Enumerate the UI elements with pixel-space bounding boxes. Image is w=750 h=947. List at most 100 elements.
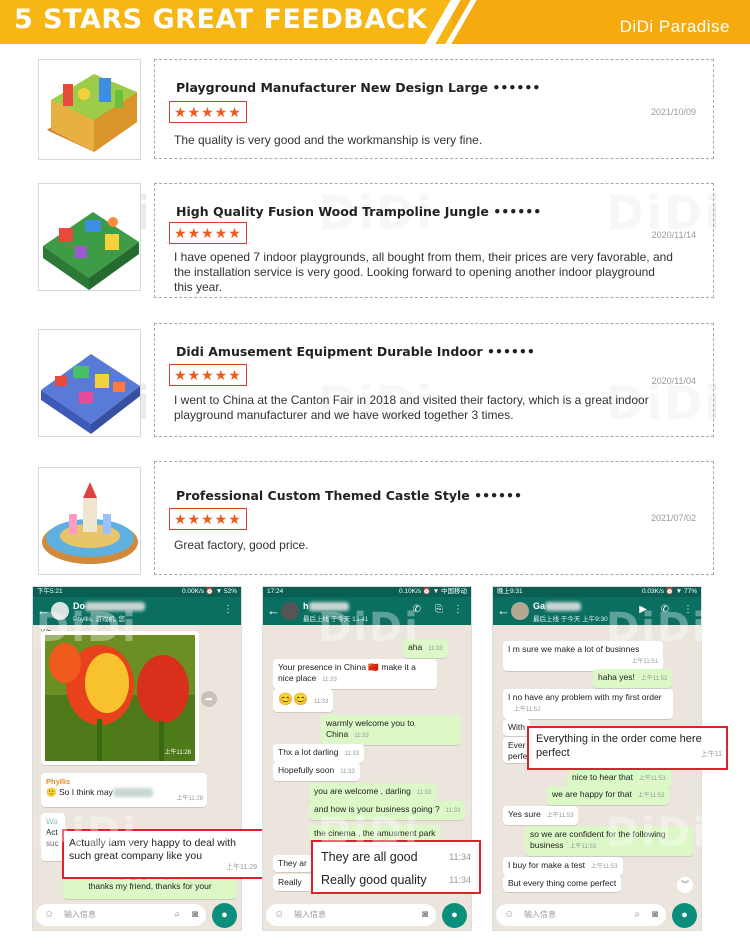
- attach-icon[interactable]: ⎘: [435, 604, 443, 615]
- microphone-icon[interactable]: ●: [212, 903, 237, 928]
- star-rating: ★★★★★: [169, 101, 247, 123]
- message-time: 11:33: [344, 751, 360, 757]
- message-time: 上午11: [700, 751, 722, 758]
- message-time: 上午11:52: [514, 707, 541, 713]
- watermark-text: DiDi: [606, 810, 708, 856]
- star-rating: ★★★★★: [169, 508, 247, 530]
- chat-message: you are welcome , darling 11:33: [309, 783, 437, 802]
- more-options-icon[interactable]: ⋮: [223, 604, 233, 615]
- review-date: 2021/07/02: [650, 513, 696, 523]
- emoji-icon[interactable]: ☺: [274, 904, 284, 926]
- review-title: Professional Custom Themed Castle Style …: [176, 488, 523, 503]
- photo-message[interactable]: 上午11:28: [41, 631, 199, 765]
- review-title: Playground Manufacturer New Design Large…: [176, 80, 541, 95]
- review-date: 2021/10/09: [650, 107, 696, 117]
- review-title: High Quality Fusion Wood Trampoline Jung…: [176, 204, 542, 219]
- review-card: High Quality Fusion Wood Trampoline Jung…: [154, 183, 714, 298]
- status-time: 17:24: [267, 588, 284, 595]
- message-text: warmly welcome you to China: [326, 718, 415, 739]
- camera-icon[interactable]: ◙: [192, 904, 198, 926]
- microphone-icon[interactable]: ●: [672, 903, 697, 928]
- message-time: 上午11:53: [591, 864, 618, 870]
- review-card: Playground Manufacturer New Design Large…: [154, 59, 714, 159]
- message-text: we are happy for that: [552, 789, 632, 799]
- banner-brand: DiDi Paradise: [619, 17, 730, 36]
- more-options-icon[interactable]: ⋮: [453, 604, 463, 615]
- chat-message: haha yes! 上午11:52: [593, 669, 673, 688]
- message-text: Yes sure: [508, 809, 541, 819]
- chat-message: 😊😊 11:33: [273, 689, 334, 712]
- message-time: 11:33: [445, 808, 461, 814]
- status-indicators: 0.10K/s ⏰ ▼ 中国移动: [399, 588, 467, 595]
- message-time: 上午11:28: [176, 796, 203, 802]
- review-text: I went to China at the Canton Fair in 20…: [174, 393, 649, 422]
- chat-subtitle: 最后上线 于今天 上午9:30: [533, 616, 608, 623]
- chat-message: Your presence in China 🇨🇳 make it a nice…: [273, 659, 437, 689]
- watermark-text: DiDi: [606, 605, 708, 651]
- scroll-down-icon[interactable]: ︾: [677, 877, 693, 893]
- product-thumbnail: [38, 59, 141, 160]
- message-fragment: Ever: [508, 740, 526, 750]
- avatar[interactable]: [281, 602, 299, 620]
- watermark-text: DiDi: [36, 605, 138, 651]
- camera-icon[interactable]: ◙: [422, 904, 428, 926]
- back-arrow-icon[interactable]: ←: [497, 603, 510, 618]
- message-fragment: perfe: [508, 751, 528, 761]
- message-time: 上午11:53: [569, 844, 597, 850]
- share-icon[interactable]: ➦: [201, 691, 217, 707]
- back-arrow-icon[interactable]: ←: [267, 603, 280, 618]
- message-time: 11:34: [449, 875, 471, 885]
- message-time: 上午11:53: [546, 813, 574, 819]
- status-indicators: 0.00K/s ⏰ ▼ 52%: [182, 588, 237, 595]
- star-rating: ★★★★★: [169, 364, 247, 386]
- message-text: haha yes!: [598, 672, 635, 682]
- message-input[interactable]: ☺ 输入信息 ⌕ ◙: [496, 904, 666, 926]
- message-time: 11:34: [449, 852, 471, 862]
- message-time: 上午11:53: [638, 776, 666, 782]
- message-time: 上午11:53: [637, 793, 665, 799]
- message-time: 11:33: [416, 790, 432, 796]
- review-text: The quality is very good and the workman…: [174, 133, 483, 147]
- chat-message: Phyllis 🙂 So I think may 上午11:28: [41, 773, 207, 807]
- chat-message: Hopefully soon 11:33: [273, 762, 360, 781]
- status-time: 下午5:21: [37, 588, 63, 595]
- message-text: Hopefully soon: [278, 765, 335, 775]
- review-title: Didi Amusement Equipment Durable Indoor …: [176, 344, 535, 359]
- message-time: 上午11:29: [226, 864, 257, 871]
- message-time: 上午11:52: [640, 676, 668, 682]
- message-time: 上午11:28: [164, 750, 191, 756]
- emoji-icon[interactable]: ☺: [44, 904, 54, 926]
- input-placeholder: 输入信息: [524, 910, 556, 919]
- message-time: 11:33: [340, 769, 355, 775]
- message-text: Thx a lot darling: [278, 747, 339, 757]
- avatar[interactable]: [511, 602, 529, 620]
- header-banner: 5 STARS GREAT FEEDBACK DiDi Paradise: [0, 0, 750, 44]
- product-thumbnail: [38, 329, 141, 437]
- emoji-icon[interactable]: ☺: [504, 904, 514, 926]
- attach-icon[interactable]: ⌕: [634, 904, 640, 926]
- camera-icon[interactable]: ◙: [652, 904, 658, 926]
- message-text: you are welcome , darling: [314, 786, 411, 796]
- chat-message: I no have any problem with my first orde…: [503, 689, 673, 719]
- chat-message: Thx a lot darling 11:33: [273, 744, 365, 763]
- review-card: Professional Custom Themed Castle Style …: [154, 461, 714, 575]
- message-time: 上午11:51: [631, 659, 658, 665]
- message-text: Really good quality: [321, 873, 427, 887]
- message-text: Everything in the order come here perfec…: [536, 733, 702, 759]
- watermark-text: DiDi: [318, 605, 420, 651]
- star-rating: ★★★★★: [169, 222, 247, 244]
- message-input[interactable]: ☺ 输入信息 ⌕ ◙: [36, 904, 206, 926]
- message-input[interactable]: ☺ 输入信息 ◙: [266, 904, 436, 926]
- message-time: 11:33: [354, 733, 369, 739]
- microphone-icon[interactable]: ●: [442, 903, 467, 928]
- highlighted-message: Everything in the order come here perfec…: [527, 726, 728, 770]
- message-time: 11:33: [322, 677, 337, 683]
- message-text: With: [508, 722, 525, 732]
- attach-icon[interactable]: ⌕: [174, 904, 180, 926]
- chat-message: I buy for make a test 上午11:53: [503, 857, 623, 876]
- status-indicators: 0.03K/s ⏰ ▼ 77%: [642, 588, 697, 595]
- product-thumbnail: [38, 183, 141, 291]
- product-thumbnail: [38, 467, 141, 575]
- message-text: thanks my friend, thanks for your: [88, 881, 212, 891]
- banner-title: 5 STARS GREAT FEEDBACK: [14, 4, 428, 35]
